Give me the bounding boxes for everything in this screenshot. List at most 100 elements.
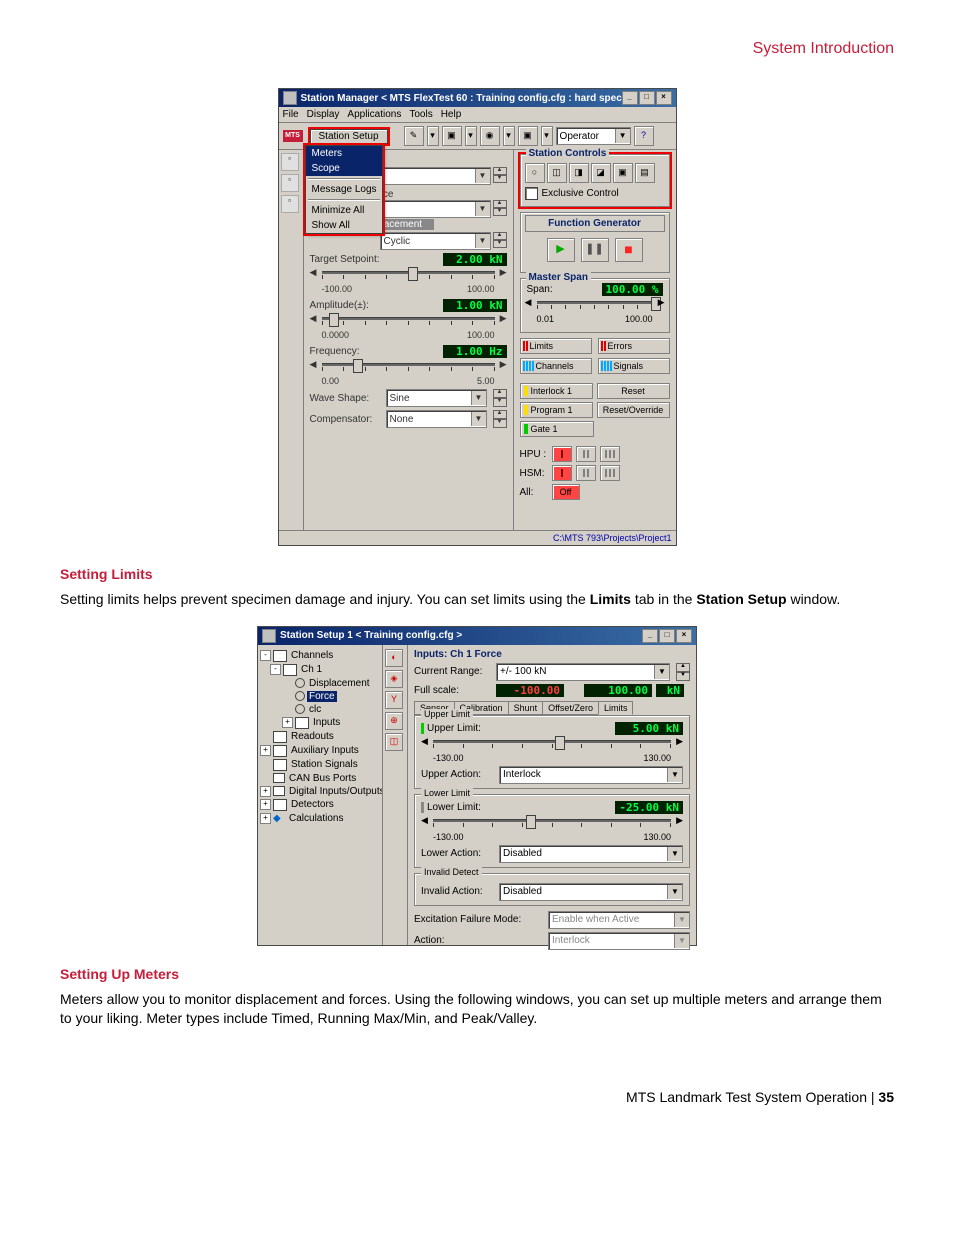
tree-item-channels[interactable]: -Channels [260,649,380,663]
toolbox-icon[interactable]: ▫ [281,195,299,213]
tree-item-dio[interactable]: +Digital Inputs/Outputs [260,785,380,798]
compensator-combo[interactable]: None▼ [386,410,487,428]
spin-up[interactable]: ▲ [676,663,690,672]
spin-down[interactable]: ▼ [493,240,507,248]
sc-icon[interactable]: ◫ [547,163,567,183]
hpu-low-button[interactable] [576,446,596,462]
chevron-down-icon[interactable]: ▼ [667,847,682,861]
chevron-down-icon[interactable]: ▼ [475,234,490,248]
spin-down[interactable]: ▼ [493,175,507,183]
signals-button[interactable]: Signals [598,358,670,374]
spin-down[interactable]: ▼ [493,398,507,407]
channels-button[interactable]: Channels [520,358,592,374]
minimize-button[interactable]: _ [642,629,658,643]
all-off-button[interactable]: Off [552,484,580,500]
current-range-combo[interactable]: +/- 100 kN▼ [496,663,670,681]
chevron-down-icon[interactable]: ▼ [471,391,486,405]
sc-icon[interactable]: ▤ [635,163,655,183]
menu-display[interactable]: Display [307,109,340,120]
chevron-down-icon[interactable]: ▼ [667,885,682,899]
slider-right-arrow[interactable]: ▶ [676,736,683,747]
tab-offset-zero[interactable]: Offset/Zero [542,701,599,715]
toolbar-dropdown[interactable]: ▾ [427,126,439,146]
program-status[interactable]: Program 1 [520,402,593,418]
toolbar-button[interactable]: ▣ [518,126,538,146]
toolbar-button[interactable]: ✎ [404,126,424,146]
spin-up[interactable]: ▲ [493,200,507,208]
chevron-down-icon[interactable]: ▼ [654,665,669,679]
sc-icon[interactable]: ◪ [591,163,611,183]
hsm-off-button[interactable] [552,465,572,481]
spin-up[interactable]: ▲ [493,232,507,240]
gate-status[interactable]: Gate 1 [520,421,594,437]
slider-left-arrow[interactable]: ◀ [310,267,317,278]
sc-icon[interactable]: ◨ [569,163,589,183]
titlebar[interactable]: Station Setup 1 < Training config.cfg > … [258,627,696,645]
slider-right-arrow[interactable]: ▶ [500,267,507,278]
toolbar-dropdown[interactable]: ▾ [465,126,477,146]
lower-limit-slider[interactable]: ◀ ▶ [421,815,683,833]
close-button[interactable]: × [656,91,672,105]
menu-item-minimize-all[interactable]: Minimize All [306,203,382,218]
slider-left-arrow[interactable]: ◀ [421,736,428,747]
stop-button[interactable]: ■ [615,238,643,262]
tab-limits[interactable]: Limits [598,701,634,715]
span-slider[interactable]: ◀ ▶ [525,297,665,315]
spin-up[interactable]: ▲ [493,410,507,419]
help-button[interactable]: ? [634,126,654,146]
tree-item-inputs[interactable]: +Inputs [260,716,380,730]
chevron-down-icon[interactable]: ▼ [667,768,682,782]
menu-file[interactable]: File [283,109,299,120]
reset-override-button[interactable]: Reset/Override [597,402,670,418]
spin-up[interactable]: ▲ [493,389,507,398]
menu-item-message-logs[interactable]: Message Logs [306,182,382,197]
close-button[interactable]: × [676,629,692,643]
menu-tools[interactable]: Tools [409,109,432,120]
menu-help[interactable]: Help [441,109,462,120]
upper-action-combo[interactable]: Interlock▼ [499,766,683,784]
tree-item-can[interactable]: CAN Bus Ports [260,772,380,785]
slider-right-arrow[interactable]: ▶ [500,359,507,370]
type-combo[interactable]: Cyclic▼ [380,232,491,250]
lower-action-combo[interactable]: Disabled▼ [499,845,683,863]
generator-combo[interactable]: ▼ [380,167,491,185]
toolbar-button[interactable]: ▣ [442,126,462,146]
menu-item-scope[interactable]: Scope [306,161,382,176]
tab-shunt[interactable]: Shunt [508,701,544,715]
tree-item-detectors[interactable]: +Detectors [260,798,380,812]
force-combo[interactable]: ▼ [380,200,491,218]
tree-item-force[interactable]: Force [260,690,380,703]
exclusive-control-checkbox[interactable]: Exclusive Control [525,187,665,200]
hsm-high-button[interactable] [600,465,620,481]
tree-item-displacement[interactable]: Displacement [260,677,380,690]
operator-combo[interactable]: Operator ▼ [556,127,631,145]
play-button[interactable]: ▶ [547,238,575,262]
menu-item-show-all[interactable]: Show All [306,218,382,233]
chevron-down-icon[interactable]: ▼ [475,202,490,216]
slider-left-arrow[interactable]: ◀ [421,815,428,826]
spin-down[interactable]: ▼ [493,419,507,428]
slider-left-arrow[interactable]: ◀ [310,359,317,370]
toolbar-dropdown[interactable]: ▾ [503,126,515,146]
interlock-status[interactable]: Interlock 1 [520,383,593,399]
tree-item-signals[interactable]: Station Signals [260,758,380,772]
minimize-button[interactable]: _ [622,91,638,105]
titlebar[interactable]: Station Manager < MTS FlexTest 60 : Trai… [279,89,676,107]
frequency-slider[interactable]: ◀ ▶ [310,359,507,377]
chevron-down-icon[interactable]: ▼ [471,412,486,426]
errors-button[interactable]: Errors [598,338,670,354]
wave-shape-combo[interactable]: Sine▼ [386,389,487,407]
slider-left-arrow[interactable]: ◀ [525,297,532,308]
tool-icon[interactable]: ◐ [385,649,403,667]
pause-button[interactable]: ❚❚ [581,238,609,262]
tool-icon[interactable]: Y [385,691,403,709]
toolbox-icon[interactable]: ▫ [281,174,299,192]
hpu-high-button[interactable] [600,446,620,462]
toolbar-button[interactable]: ◉ [480,126,500,146]
hpu-off-button[interactable] [552,446,572,462]
sc-icon[interactable]: ▣ [613,163,633,183]
spin-down[interactable]: ▼ [676,672,690,681]
slider-right-arrow[interactable]: ▶ [658,297,665,308]
chevron-down-icon[interactable]: ▼ [475,169,490,183]
maximize-button[interactable]: □ [659,629,675,643]
